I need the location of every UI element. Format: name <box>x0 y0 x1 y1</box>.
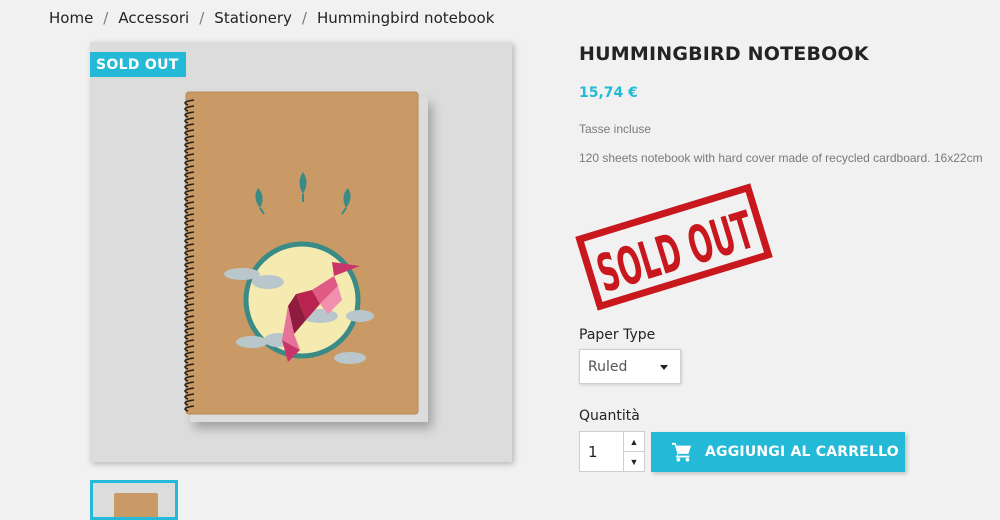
cart-icon <box>672 442 692 462</box>
quantity-label: Quantità <box>579 408 640 424</box>
breadcrumb-stationery[interactable]: Stationery <box>214 9 292 27</box>
quantity-decrement-icon[interactable]: ▼ <box>624 452 644 471</box>
product-title: HUMMINGBIRD NOTEBOOK <box>579 43 869 65</box>
breadcrumb-separator: / <box>301 9 307 27</box>
paper-type-select[interactable]: Ruled <box>579 349 681 384</box>
quantity-stepper[interactable]: 1 ▲ ▼ <box>579 431 645 472</box>
product-thumbnail[interactable] <box>90 480 178 520</box>
paper-type-value: Ruled <box>588 359 628 375</box>
notebook-image <box>184 91 419 415</box>
breadcrumb-current: Hummingbird notebook <box>316 9 495 27</box>
sold-out-stamp: SOLD OUT <box>575 183 773 311</box>
chevron-down-icon <box>660 365 668 370</box>
tax-note: Tasse incluse <box>579 122 652 136</box>
breadcrumb-separator: / <box>199 9 205 27</box>
quantity-increment-icon[interactable]: ▲ <box>624 432 644 452</box>
paper-type-label: Paper Type <box>579 327 656 343</box>
product-cover-image[interactable]: SOLD OUT <box>90 42 512 462</box>
breadcrumb-separator: / <box>103 9 109 27</box>
sold-out-flag: SOLD OUT <box>90 52 186 77</box>
add-to-cart-button[interactable]: AGGIUNGI AL CARRELLO <box>651 432 905 472</box>
breadcrumb: Home / Accessori / Stationery / Hummingb… <box>49 9 494 27</box>
breadcrumb-accessori[interactable]: Accessori <box>118 9 189 27</box>
stamp-text: SOLD OUT <box>590 201 761 305</box>
breadcrumb-home[interactable]: Home <box>49 9 93 27</box>
add-to-cart-label: AGGIUNGI AL CARRELLO <box>705 444 899 460</box>
product-description: 120 sheets notebook with hard cover made… <box>579 151 983 165</box>
thumbnail-notebook-image <box>114 493 158 517</box>
quantity-value[interactable]: 1 <box>588 443 598 461</box>
quantity-buttons: ▲ ▼ <box>623 432 644 471</box>
product-price: 15,74 € <box>579 85 638 101</box>
